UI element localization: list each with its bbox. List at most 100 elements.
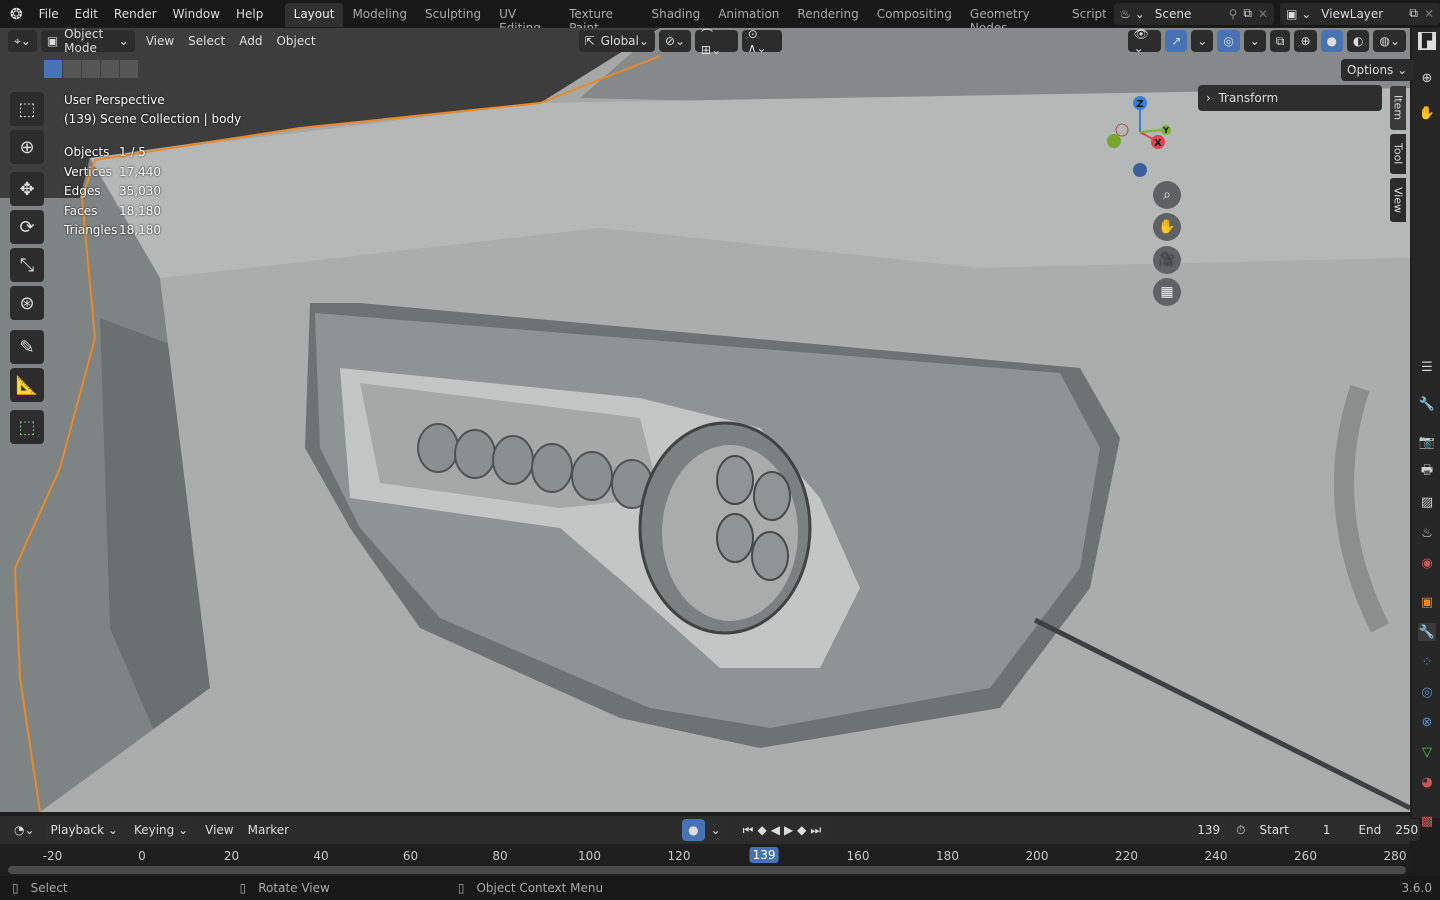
navigation-gizmo[interactable]: Z X Y [1100,92,1180,182]
tab-shading[interactable]: Shading [642,3,709,27]
auto-keying-toggle[interactable]: ● [682,819,705,841]
jump-end-icon[interactable]: ⏭ [810,823,825,838]
scene-name[interactable]: Scene [1155,7,1229,21]
keying-options[interactable]: ⌄ [704,819,727,841]
visibility-dropdown[interactable]: 👁⌄ [1127,27,1162,55]
camera-view-button[interactable]: 🎥 [1153,246,1181,274]
particles-props-icon[interactable]: ⁘ [1418,653,1436,671]
modifier-props-icon[interactable]: 🔧 [1418,623,1436,641]
end-value[interactable]: 250 [1395,823,1418,837]
menu-edit[interactable]: Edit [67,7,106,21]
menu-add[interactable]: Add [232,34,269,48]
transform-tool[interactable]: ⊛ [10,286,44,320]
hand-icon[interactable]: ✋ [1418,104,1436,122]
sidebar-tab-item[interactable]: Item [1390,86,1406,130]
scale-tool[interactable]: ⤡ [10,248,44,282]
texture-props-icon[interactable]: ▩ [1418,812,1436,830]
object-props-icon[interactable]: ▣ [1418,593,1436,611]
gizmo-dropdown[interactable]: ⌄ [1191,30,1214,52]
tab-uv-editing[interactable]: UV Editing [490,3,560,35]
pivot-dropdown[interactable]: ⊘⌄ [658,30,692,52]
menu-render[interactable]: Render [106,7,165,21]
rotate-tool[interactable]: ⟳ [10,210,44,244]
tab-sculpting[interactable]: Sculpting [416,3,490,27]
tab-animation[interactable]: Animation [709,3,788,27]
mode-dropdown[interactable]: ▣ Object Mode ⌄ [40,27,135,55]
blender-logo-icon[interactable]: ❂ [0,5,31,23]
marker-menu[interactable]: Marker [241,823,296,837]
current-frame-field[interactable]: 139 [1191,819,1227,841]
add-icon[interactable]: ⊕ [1418,69,1436,87]
new-scene-icon[interactable]: ⧉ [1243,6,1252,21]
keying-menu[interactable]: Keying ⌄ [127,819,195,841]
stopwatch-icon[interactable]: ⏱ [1236,823,1245,838]
pan-view-button[interactable]: ✋ [1153,213,1181,241]
tab-compositing[interactable]: Compositing [868,3,961,27]
material-props-icon[interactable]: ◕ [1418,773,1436,791]
current-frame-marker[interactable]: 139 [749,847,779,863]
annotate-tool[interactable]: ✎ [10,330,44,364]
end-label[interactable]: End [1358,823,1381,837]
xray-toggle[interactable]: ⧉ [1269,30,1291,52]
close-icon[interactable]: ✕ [1424,7,1434,21]
toggle-icon[interactable]: ☰ [1418,358,1436,376]
sidebar-tab-tool[interactable]: Tool [1390,134,1406,174]
start-label[interactable]: Start [1260,823,1289,837]
constraints-props-icon[interactable]: ⊗ [1418,713,1436,731]
physics-props-icon[interactable]: ◎ [1418,683,1436,701]
tab-scripting[interactable]: Scripting [1063,3,1106,27]
data-props-icon[interactable]: ▽ [1418,743,1436,761]
measure-tool[interactable]: 📐 [10,368,44,402]
output-props-icon[interactable]: 🖶 [1418,463,1436,481]
next-keyframe-icon[interactable]: ◆ [797,823,810,837]
pin-icon[interactable]: ⚲ [1229,7,1238,21]
add-cube-tool[interactable]: ⬚ [10,410,44,444]
tab-rendering[interactable]: Rendering [788,3,867,27]
orientation-dropdown[interactable]: ⇱ Global ⌄ [578,30,655,52]
world-props-icon[interactable]: ◉ [1418,554,1436,572]
play-icon[interactable]: ▶ [784,823,797,837]
playback-menu[interactable]: Playback ⌄ [44,819,124,841]
snap-toggle[interactable]: ⌒ ⊞⌄ [695,28,738,57]
scene-props-icon[interactable]: ♨ [1418,524,1436,542]
perspective-toggle-button[interactable]: ▦ [1153,278,1181,306]
editor-type-button[interactable]: ⌖⌄ [8,30,37,52]
menu-select[interactable]: Select [181,34,232,48]
shading-solid[interactable]: ● [1320,30,1343,52]
start-value[interactable]: 1 [1323,823,1331,837]
select-intersect-icon[interactable] [120,60,138,78]
tab-texture-paint[interactable]: Texture Paint [560,3,642,35]
sidebar-tab-view[interactable]: View [1390,178,1406,222]
menu-object[interactable]: Object [269,34,322,48]
proportional-edit-toggle[interactable]: ⊙ ∧⌄ [741,27,782,55]
timeline-editor-type[interactable]: ◔⌄ [8,819,41,841]
tab-geometry-nodes[interactable]: Geometry Nodes [961,3,1063,35]
close-icon[interactable]: ✕ [1258,7,1268,21]
options-dropdown[interactable]: Options ⌄ [1341,59,1414,81]
menu-help[interactable]: Help [228,7,271,21]
gizmo-neg-y[interactable] [1107,134,1121,148]
properties-editor-icon[interactable]: ▛ [1418,32,1436,50]
gizmo-toggle[interactable]: ↗ [1165,30,1188,52]
viewlayer-name[interactable]: ViewLayer [1321,7,1409,21]
3d-viewport[interactable] [0,28,1410,812]
timeline-scrollbar[interactable] [8,866,1406,874]
shading-material[interactable]: ◐ [1346,30,1370,52]
transform-panel-header[interactable]: › Transform [1198,85,1382,111]
menu-file[interactable]: File [31,7,67,21]
timeline-view-menu[interactable]: View [198,823,240,837]
tab-layout[interactable]: Layout [284,3,344,27]
viewlayer-selector[interactable]: ▣ ⌄ ViewLayer ⧉ ✕ [1280,2,1440,25]
new-viewlayer-icon[interactable]: ⧉ [1409,6,1418,21]
prev-keyframe-icon[interactable]: ◆ [757,823,770,837]
play-reverse-icon[interactable]: ◀ [771,823,784,837]
tab-modeling[interactable]: Modeling [343,3,416,27]
tool-props-icon[interactable]: 🔧 [1418,395,1436,413]
menu-window[interactable]: Window [165,7,228,21]
select-box-tool[interactable]: ⬚ [10,92,44,126]
jump-start-icon[interactable]: ⏮ [743,823,758,838]
overlay-dropdown[interactable]: ⌄ [1243,30,1266,52]
zoom-view-button[interactable]: ⌕ [1153,181,1181,209]
shading-wireframe[interactable]: ⊕ [1294,30,1317,52]
move-tool[interactable]: ✥ [10,172,44,206]
